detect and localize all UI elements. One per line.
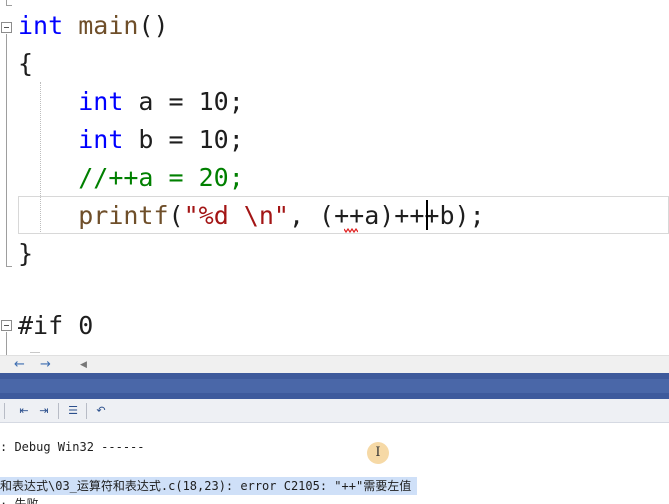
code-line-decl-a[interactable]: int a = 10; bbox=[18, 84, 244, 120]
code-line-decl-b[interactable]: int b = 10; bbox=[18, 122, 244, 158]
output-line-error[interactable]: 和表达式\03_运算符和表达式.c(18,23): error C2105: "… bbox=[0, 477, 418, 495]
code-token: //++a = 20; bbox=[78, 163, 244, 192]
go-to-previous-message-icon[interactable]: ⇤ bbox=[17, 404, 31, 418]
code-line-open-brace[interactable]: { bbox=[18, 46, 33, 82]
code-token: b = 10; bbox=[123, 125, 244, 154]
code-token: printf bbox=[78, 201, 169, 230]
output-toolbar: ⇤ ⇥ ☰ ↶ bbox=[0, 399, 669, 423]
cut-off-line-hint bbox=[30, 352, 40, 353]
collapse-if0-icon[interactable] bbox=[1, 320, 12, 331]
code-token: int bbox=[78, 125, 124, 154]
toolbar-separator bbox=[86, 403, 87, 419]
editor-horizontal-scrollbar[interactable]: ← → ◀ bbox=[0, 355, 669, 373]
scroll-left-arrow-icon[interactable]: ◀ bbox=[80, 356, 87, 374]
toggle-word-wrap-icon[interactable]: ↶ bbox=[94, 404, 108, 418]
outline-line-if0 bbox=[6, 332, 7, 355]
toolbar-separator bbox=[58, 403, 59, 419]
code-token: ( bbox=[168, 201, 184, 230]
toolbar-separator bbox=[4, 403, 5, 419]
outline-line-main bbox=[6, 34, 7, 266]
code-token: int bbox=[18, 11, 64, 40]
code-line-close-brace[interactable]: } bbox=[18, 236, 33, 272]
code-token: } bbox=[18, 239, 34, 268]
code-token: int bbox=[78, 87, 124, 116]
code-editor[interactable]: int main() { int a = 10; int b = 10; //++… bbox=[0, 0, 669, 355]
go-to-next-message-icon[interactable]: ⇥ bbox=[37, 404, 51, 418]
code-token: "%d \n" bbox=[183, 201, 289, 230]
error-squiggle-icon bbox=[344, 228, 358, 234]
output-line-result: · 失败 bbox=[0, 497, 39, 504]
output-text-area[interactable]: : Debug Win32 ------ 和表达式\03_运算符和表达式.c(1… bbox=[0, 423, 669, 504]
navigate-forward-icon[interactable]: → bbox=[40, 356, 51, 374]
clear-all-icon[interactable]: ☰ bbox=[66, 404, 80, 418]
code-line-main-sig[interactable]: int main() bbox=[18, 8, 169, 44]
code-token: #if 0 bbox=[18, 311, 94, 340]
outline-tick-main bbox=[6, 266, 12, 267]
outline-tick-top bbox=[6, 5, 12, 6]
code-token: main bbox=[78, 11, 139, 40]
code-line-comment[interactable]: //++a = 20; bbox=[18, 160, 244, 196]
code-token: () bbox=[138, 11, 169, 40]
collapse-main-icon[interactable] bbox=[1, 22, 12, 33]
ide-window: int main() { int a = 10; int b = 10; //++… bbox=[0, 0, 669, 504]
output-panel-titlebar-band bbox=[0, 379, 669, 393]
output-line-build-header: : Debug Win32 ------ bbox=[0, 440, 145, 454]
code-token: { bbox=[18, 49, 34, 78]
text-cursor-icon: I bbox=[367, 442, 389, 464]
code-token: a = 10; bbox=[123, 87, 244, 116]
code-token: , (++a)+++b); bbox=[288, 201, 485, 230]
text-caret bbox=[426, 200, 428, 230]
output-panel-titlebar[interactable] bbox=[0, 373, 669, 399]
code-line-printf[interactable]: printf("%d \n", (++a)+++b); bbox=[18, 198, 485, 234]
code-line-if0[interactable]: #if 0 bbox=[18, 308, 93, 344]
navigate-back-icon[interactable]: ← bbox=[14, 356, 25, 374]
